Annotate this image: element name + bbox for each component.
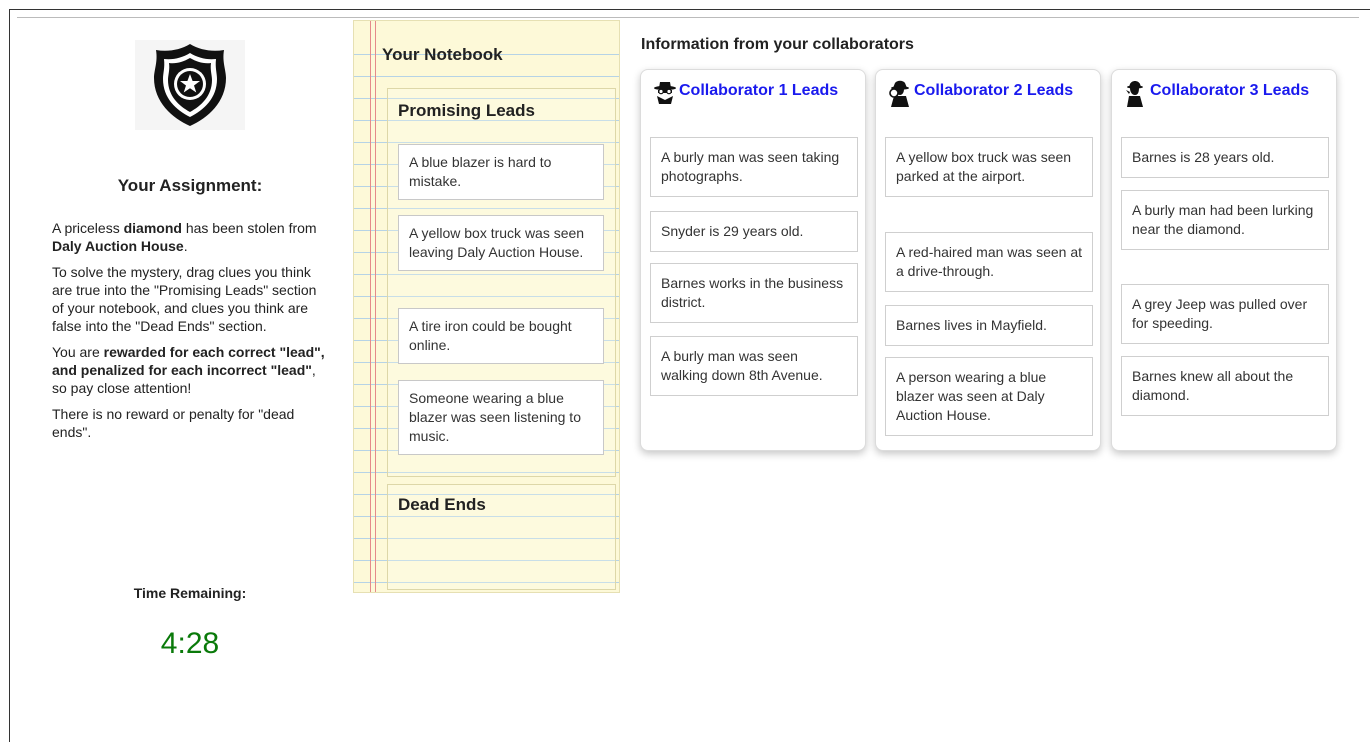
countdown-timer: 4:28	[160, 627, 220, 660]
collaborator-header: Collaborator 1 Leads	[653, 80, 853, 126]
dead-ends-dropzone[interactable]: Dead Ends	[387, 484, 616, 590]
assignment-paragraph-4: There is no reward or penalty for "dead …	[52, 406, 295, 440]
clue-card[interactable]: Barnes is 28 years old.	[1121, 137, 1329, 178]
lead-card[interactable]: Someone wearing a blue blazer was seen l…	[398, 380, 604, 455]
collaborator-title: Collaborator 1 Leads	[679, 82, 839, 99]
collaborator-header: Collaborator 2 Leads	[888, 80, 1088, 126]
spy-hat-icon	[653, 80, 679, 110]
police-badge-icon	[135, 40, 245, 130]
assignment-paragraph-2: To solve the mystery, drag clues you thi…	[52, 264, 317, 334]
lead-card[interactable]: A blue blazer is hard to mistake.	[398, 144, 604, 200]
collaborator-title: Collaborator 3 Leads	[1150, 82, 1310, 99]
detective-magnifier-icon	[888, 80, 914, 110]
clue-card[interactable]: A burly man was seen taking photographs.	[650, 137, 858, 197]
assignment-paragraph-1: A priceless diamond has been stolen from…	[52, 220, 317, 254]
notebook-title: Your Notebook	[382, 45, 503, 64]
promising-leads-dropzone[interactable]: Promising Leads A blue blazer is hard to…	[387, 88, 616, 477]
clue-card[interactable]: A red-haired man was seen at a drive-thr…	[885, 232, 1093, 292]
promising-leads-title: Promising Leads	[398, 101, 535, 120]
assignment-title: Your Assignment:	[117, 176, 263, 195]
clue-card[interactable]: Snyder is 29 years old.	[650, 211, 858, 252]
collaborator-title: Collaborator 2 Leads	[914, 82, 1074, 99]
top-divider	[17, 17, 1359, 18]
lead-card[interactable]: A yellow box truck was seen leaving Daly…	[398, 215, 604, 271]
collaborator-2-column: Collaborator 2 Leads A yellow box truck …	[875, 69, 1101, 451]
collaborator-3-column: Collaborator 3 Leads Barnes is 28 years …	[1111, 69, 1337, 451]
collaborators-heading: Information from your collaborators	[641, 36, 914, 53]
clue-card[interactable]: Barnes knew all about the diamond.	[1121, 356, 1329, 416]
notebook-margin-line	[370, 21, 371, 592]
clue-card[interactable]: A yellow box truck was seen parked at th…	[885, 137, 1093, 197]
notebook-margin-line	[375, 21, 376, 592]
assignment-instructions: A priceless diamond has been stolen from…	[52, 219, 328, 449]
lead-card[interactable]: A tire iron could be bought online.	[398, 308, 604, 364]
clue-card[interactable]: Barnes lives in Mayfield.	[885, 305, 1093, 346]
clue-card[interactable]: A grey Jeep was pulled over for speeding…	[1121, 284, 1329, 344]
assignment-paragraph-3: You are rewarded for each correct "lead"…	[52, 344, 325, 396]
dead-ends-title: Dead Ends	[398, 495, 486, 514]
collaborator-header: Collaborator 3 Leads	[1124, 80, 1324, 126]
clue-card[interactable]: A person wearing a blue blazer was seen …	[885, 357, 1093, 436]
clue-card[interactable]: Barnes works in the business district.	[650, 263, 858, 323]
collaborator-1-column: Collaborator 1 Leads A burly man was see…	[640, 69, 866, 451]
detective-silhouette-icon	[1124, 80, 1150, 110]
time-remaining-label: Time Remaining:	[133, 585, 247, 601]
clue-card[interactable]: A burly man was seen walking down 8th Av…	[650, 336, 858, 396]
clue-card[interactable]: A burly man had been lurking near the di…	[1121, 190, 1329, 250]
notebook: Your Notebook Promising Leads A blue bla…	[353, 20, 620, 593]
